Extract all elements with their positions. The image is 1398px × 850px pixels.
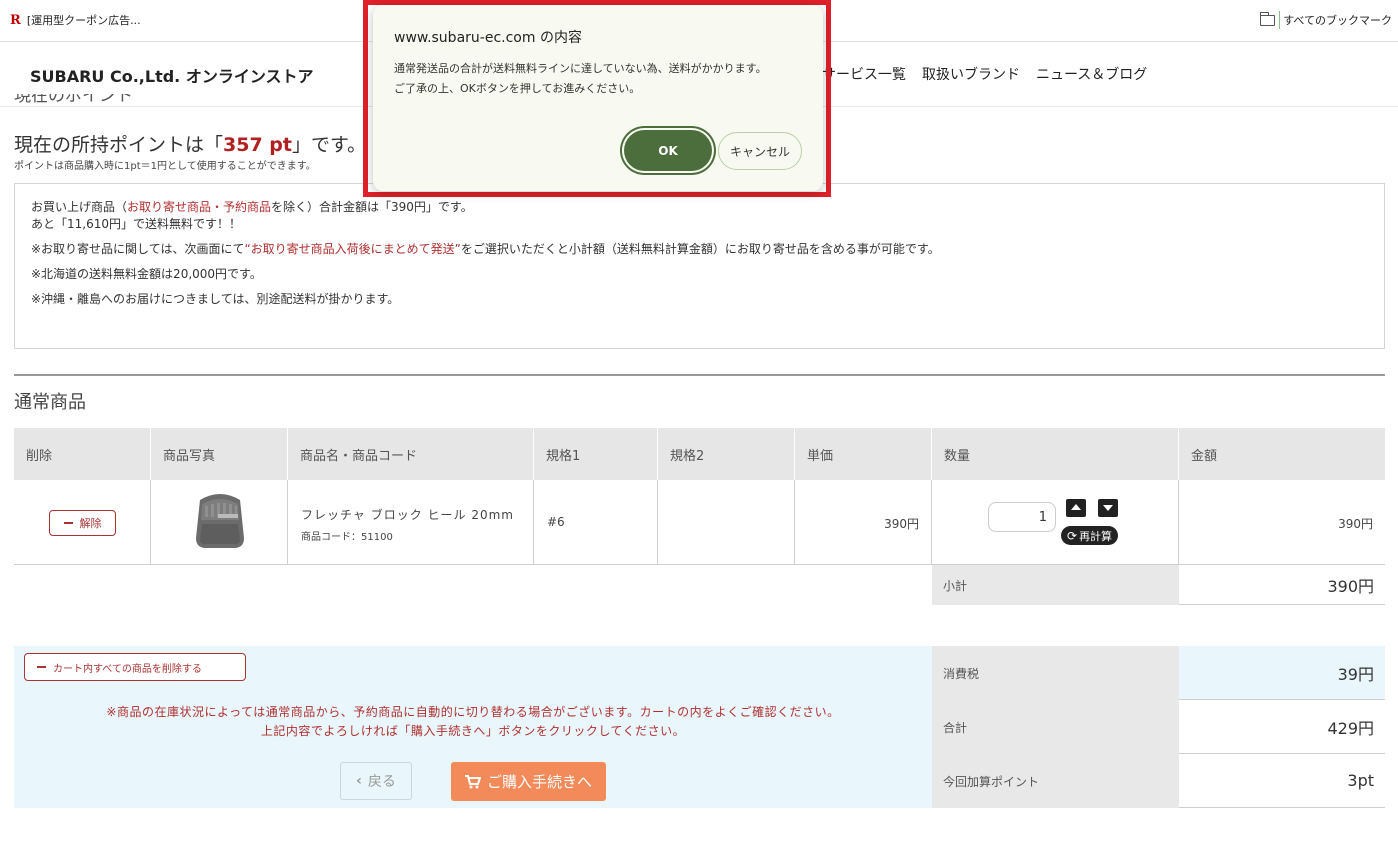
col-name: 商品名・商品コード bbox=[288, 428, 534, 480]
dialog-cancel-button[interactable]: キャンセル bbox=[718, 132, 802, 170]
clear-cart-label: カート内すべての商品を削除する bbox=[53, 663, 202, 675]
product-image[interactable] bbox=[192, 490, 248, 550]
minus-icon bbox=[63, 522, 73, 524]
points-note: ポイントは商品購入時に1pt＝1円として使用することができます。 bbox=[14, 161, 316, 172]
recalculate-label: 再計算 bbox=[1079, 529, 1113, 543]
nav-services[interactable]: サービス一覧 bbox=[822, 64, 906, 84]
quantity-input[interactable] bbox=[988, 502, 1056, 532]
quantity-decrease-button[interactable] bbox=[1098, 499, 1118, 517]
subtotal-row: 小計 390円 bbox=[932, 565, 1385, 605]
dialog-message-line2: ご了承の上、OKボタンを押してお進みください。 bbox=[394, 82, 641, 95]
rakuten-logo-icon: R bbox=[10, 12, 21, 28]
tax-row: 消費税 39円 bbox=[932, 646, 1385, 700]
folder-icon bbox=[1259, 11, 1276, 26]
chevron-left-icon: ‹ bbox=[356, 773, 362, 789]
spec1-value: #6 bbox=[547, 515, 565, 529]
stock-notice: ※商品の在庫状況によっては通常商品から、予約商品に自動的に切り替わる場合がござい… bbox=[14, 703, 932, 741]
remove-item-label: 解除 bbox=[79, 517, 102, 530]
tax-label: 消費税 bbox=[932, 646, 1179, 700]
subtotal-value: 390円 bbox=[1179, 565, 1385, 605]
unit-price: 390円 bbox=[884, 517, 919, 531]
cart-icon bbox=[464, 774, 481, 788]
nav-brands[interactable]: 取扱いブランド bbox=[922, 64, 1020, 84]
total-label: 合計 bbox=[932, 700, 1179, 754]
refresh-icon: ⟳ bbox=[1067, 528, 1078, 543]
shipping-info-box: お買い上げ商品（お取り寄せ商品・予約商品を除く）合計金額は「390円」です。 あ… bbox=[14, 183, 1385, 349]
points-value: 357 pt bbox=[223, 134, 292, 156]
info-line-hokkaido: ※北海道の送料無料金額は20,000円です。 bbox=[31, 267, 262, 281]
points-earned-row: 今回加算ポイント 3pt bbox=[932, 754, 1385, 808]
cart-table: 削除 商品写真 商品名・商品コード 規格1 規格2 単価 数量 金額 解除 フレ… bbox=[14, 428, 1385, 565]
total-row: 合計 429円 bbox=[932, 700, 1385, 754]
nav-news-blog[interactable]: ニュース＆ブログ bbox=[1036, 64, 1147, 84]
col-remove: 削除 bbox=[14, 428, 151, 480]
dialog-ok-button[interactable]: OK bbox=[624, 130, 712, 171]
dialog-message-line1: 通常発送品の合計が送料無料ラインに達していない為、送料がかかります。 bbox=[394, 62, 767, 75]
checkout-label: ご購入手続きへ bbox=[486, 773, 592, 791]
line-amount: 390円 bbox=[1338, 517, 1373, 531]
current-points: 現在の所持ポイントは「357 pt」です。 bbox=[14, 130, 366, 157]
table-row: 解除 フレッチャ ブロック ヒール 20mm 商品コード：51100 #6 39… bbox=[14, 480, 1385, 565]
col-quantity: 数量 bbox=[932, 428, 1179, 480]
info-line-total: お買い上げ商品（お取り寄せ商品・予約商品を除く）合計金額は「390円」です。 bbox=[31, 200, 473, 214]
cart-actions-panel: カート内すべての商品を削除する ※商品の在庫状況によっては通常商品から、予約商品… bbox=[14, 646, 932, 808]
stock-notice-line1: ※商品の在庫状況によっては通常商品から、予約商品に自動的に切り替わる場合がござい… bbox=[106, 705, 840, 719]
remove-item-button[interactable]: 解除 bbox=[49, 510, 116, 536]
total-value: 429円 bbox=[1179, 700, 1385, 754]
minus-icon bbox=[37, 666, 46, 668]
tax-value: 39円 bbox=[1179, 646, 1385, 700]
quantity-increase-button[interactable] bbox=[1066, 499, 1086, 517]
product-code: 商品コード：51100 bbox=[301, 532, 393, 543]
subtotal-label: 小計 bbox=[932, 565, 1179, 605]
col-amount: 金額 bbox=[1191, 449, 1218, 464]
dialog-message: 通常発送品の合計が送料無料ラインに達していない為、送料がかかります。 ご了承の上… bbox=[394, 59, 767, 99]
info-line-remaining: あと「11,610円」で送料無料です！！ bbox=[31, 217, 241, 231]
col-spec1: 規格1 bbox=[534, 428, 658, 480]
section-title: 通常商品 bbox=[14, 392, 86, 413]
alert-dialog: www.subaru-ec.com の内容 通常発送品の合計が送料無料ラインに達… bbox=[373, 5, 823, 191]
all-bookmarks-button[interactable]: すべてのブックマーク bbox=[1259, 11, 1392, 28]
global-nav: サービス一覧 取扱いブランド ニュース＆ブログ bbox=[822, 64, 1147, 84]
back-label: 戻る bbox=[367, 774, 396, 790]
points-earned-value: 3pt bbox=[1179, 754, 1385, 808]
stock-notice-line2: 上記内容でよろしければ「購入手続きへ」ボタンをクリックしてください。 bbox=[260, 724, 686, 738]
dialog-title: www.subaru-ec.com の内容 bbox=[394, 30, 582, 46]
points-suffix: 」です。 bbox=[291, 134, 367, 156]
table-header: 削除 商品写真 商品名・商品コード 規格1 規格2 単価 数量 金額 bbox=[14, 428, 1385, 480]
recalculate-button[interactable]: ⟳ 再計算 bbox=[1061, 526, 1119, 545]
all-bookmarks-label: すべてのブックマーク bbox=[1283, 14, 1392, 27]
points-earned-label: 今回加算ポイント bbox=[932, 754, 1179, 808]
section-divider bbox=[14, 374, 1385, 376]
col-photo: 商品写真 bbox=[151, 428, 288, 480]
clear-cart-button[interactable]: カート内すべての商品を削除する bbox=[24, 653, 246, 681]
col-spec2: 規格2 bbox=[658, 428, 795, 480]
back-button[interactable]: ‹ 戻る bbox=[340, 762, 412, 800]
product-name[interactable]: フレッチャ ブロック ヒール 20mm bbox=[301, 506, 514, 523]
col-unit-price: 単価 bbox=[795, 428, 932, 480]
bookmark-label: [運用型クーポン広告... bbox=[26, 14, 141, 27]
info-line-order-items: ※お取り寄せ品に関しては、次画面にて“お取り寄せ商品入荷後にまとめて発送”をご選… bbox=[31, 242, 940, 256]
bookmark-rakuten[interactable]: R [運用型クーポン広告... bbox=[10, 12, 141, 28]
checkout-button[interactable]: ご購入手続きへ bbox=[451, 762, 606, 801]
points-prefix: 現在の所持ポイントは「 bbox=[14, 134, 224, 156]
info-line-okinawa: ※沖縄・離島へのお届けにつきましては、別途配送料が掛かります。 bbox=[31, 292, 400, 306]
site-title-link[interactable]: SUBARU Co.,Ltd. オンラインストア bbox=[30, 63, 314, 87]
points-heading: 現在のポイント bbox=[14, 94, 133, 106]
